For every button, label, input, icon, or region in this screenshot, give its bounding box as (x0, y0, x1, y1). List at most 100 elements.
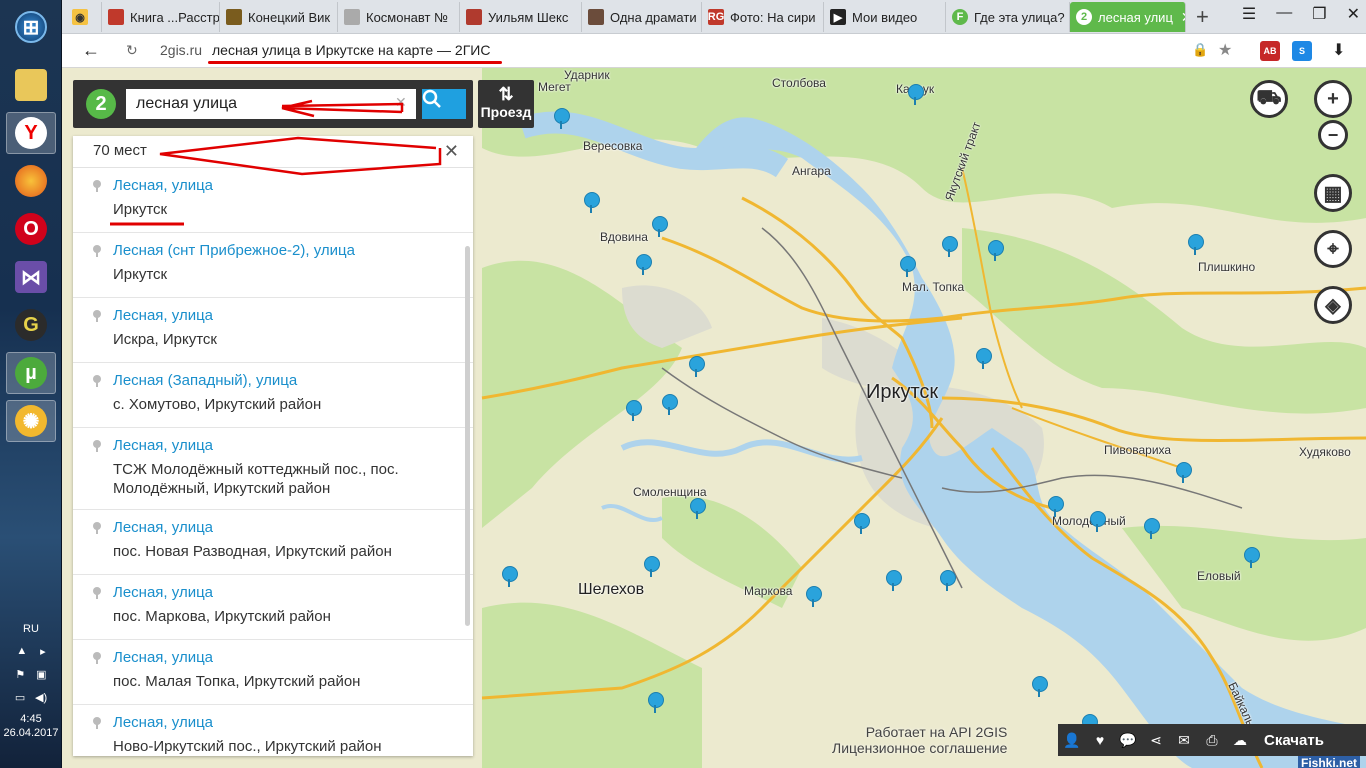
minimize-icon[interactable]: — (1276, 4, 1292, 24)
map-pin[interactable] (940, 570, 956, 591)
zoom-in-button[interactable]: + (1314, 80, 1352, 118)
taskbar-utorrent[interactable]: µ (6, 352, 56, 394)
download-icon[interactable]: ⬇ (1332, 40, 1345, 60)
api-credit[interactable]: Работает на API 2GIS (832, 724, 1008, 740)
map-pin[interactable] (1048, 496, 1064, 517)
taskbar-firefox[interactable] (6, 160, 56, 202)
map-pin[interactable] (636, 254, 652, 275)
result-name[interactable]: Лесная, улица (113, 436, 473, 456)
heart-icon[interactable]: ♥ (1086, 732, 1114, 748)
tab-4[interactable]: Уильям Шекс (460, 2, 582, 32)
power-icon[interactable]: ▣ (36, 668, 46, 681)
result-item[interactable]: Лесная, улица Ново-Иркутский пос., Иркутс… (73, 705, 473, 756)
close-tab-icon[interactable]: ✕ (1181, 9, 1185, 26)
map-pin[interactable] (1090, 511, 1106, 532)
tab-2[interactable]: Конецкий Вик (220, 2, 338, 32)
result-name[interactable]: Лесная, улица (113, 713, 473, 733)
taskbar-vs[interactable]: ⋈ (6, 256, 56, 298)
display-icon[interactable]: ▭ (15, 691, 25, 704)
result-name[interactable]: Лесная (снт Прибрежное-2), улица (113, 241, 473, 261)
url-domain[interactable]: 2gis.ru (160, 42, 202, 58)
map-pin[interactable] (626, 400, 642, 421)
ruler-button[interactable]: ▦ (1314, 174, 1352, 212)
map-pin[interactable] (854, 513, 870, 534)
result-name[interactable]: Лесная, улица (113, 648, 473, 668)
download-app-icon[interactable]: ☁ (1226, 732, 1254, 749)
tab-7[interactable]: ▶ Мои видео (824, 2, 946, 32)
taskbar-yandex[interactable]: Y (6, 112, 56, 154)
tab-1[interactable]: Книга ...Расстр (102, 2, 220, 32)
map-pin[interactable] (689, 356, 705, 377)
map-pin[interactable] (1032, 676, 1048, 697)
result-item[interactable]: Лесная, улица пос. Маркова, Иркутский рай… (73, 575, 473, 640)
zoom-out-button[interactable]: − (1318, 120, 1348, 150)
map-pin[interactable] (976, 348, 992, 369)
taskbar-app[interactable]: G (6, 304, 56, 346)
back-arrow-icon[interactable]: ← (82, 40, 100, 61)
adblock-icon[interactable]: AB (1260, 41, 1280, 61)
taskbar-explorer[interactable] (6, 64, 56, 106)
language-indicator[interactable]: RU (0, 623, 62, 635)
close-window-icon[interactable]: ✕ (1347, 4, 1360, 24)
bookmark-star-icon[interactable]: ★ (1218, 40, 1232, 60)
flag-icon[interactable]: ⚑ (15, 668, 25, 681)
traffic-button[interactable]: ⛟ (1250, 80, 1288, 118)
chat-icon[interactable]: 💬 (1114, 732, 1142, 749)
result-item[interactable]: Лесная (Западный), улица с. Хомутово, Ирк… (73, 363, 473, 428)
tab-yandex-menu[interactable]: ◉ (66, 2, 102, 32)
map-pin[interactable] (1144, 518, 1160, 539)
tab-6[interactable]: RG Фото: На сири (702, 2, 824, 32)
map-pin[interactable] (806, 586, 822, 607)
user-icon[interactable]: 👤 (1058, 732, 1086, 749)
map-pin[interactable] (1176, 462, 1192, 483)
result-name[interactable]: Лесная, улица (113, 518, 473, 538)
page-title[interactable]: лесная улица в Иркутске на карте — 2ГИС (212, 42, 490, 58)
map-pin[interactable] (662, 394, 678, 415)
map-pin[interactable] (1244, 547, 1260, 568)
download-button[interactable]: Скачать (1264, 732, 1324, 749)
map-pin[interactable] (644, 556, 660, 577)
locate-button[interactable]: ⌖ (1314, 230, 1352, 268)
result-name[interactable]: Лесная, улица (113, 306, 473, 326)
share-icon[interactable]: ⋖ (1142, 732, 1170, 749)
menu-icon[interactable]: ☰ (1242, 4, 1256, 24)
license-link[interactable]: Лицензионное соглашение (832, 740, 1007, 756)
map-pin[interactable] (502, 566, 518, 587)
map-pin[interactable] (900, 256, 916, 277)
map-pin[interactable] (690, 498, 706, 519)
map-pin[interactable] (1188, 234, 1204, 255)
map-canvas[interactable]: Ударник Мегет Столбова Карлук Вересовка … (62, 68, 1366, 768)
result-item[interactable]: Лесная, улица пос. Малая Топка, Иркутский… (73, 640, 473, 705)
start-button[interactable]: ⊞ (6, 6, 56, 48)
print-icon[interactable]: ⎙ (1198, 732, 1226, 749)
map-pin[interactable] (652, 216, 668, 237)
tab-3[interactable]: Космонавт № (338, 2, 460, 32)
map-pin[interactable] (988, 240, 1004, 261)
expand-tray-icon[interactable]: ▸ (40, 645, 46, 658)
restore-icon[interactable]: ❐ (1312, 4, 1326, 24)
tab-8[interactable]: F Где эта улица? (946, 2, 1070, 32)
result-item[interactable]: Лесная (снт Прибрежное-2), улица Иркутск (73, 233, 473, 298)
reload-icon[interactable]: ↻ (126, 42, 138, 59)
result-item[interactable]: Лесная, улица пос. Новая Разводная, Иркут… (73, 510, 473, 575)
map-pin[interactable] (584, 192, 600, 213)
result-item[interactable]: Лесная, улица ТСЖ Молодёжный коттеджный п… (73, 428, 473, 510)
tab-active[interactable]: 2 лесная улиц ✕ (1070, 2, 1186, 32)
map-pin[interactable] (648, 692, 664, 713)
clock[interactable]: 4:45 26.04.2017 (0, 712, 62, 740)
map-pin[interactable] (554, 108, 570, 129)
result-item[interactable]: Лесная, улица Искра, Иркутск (73, 298, 473, 363)
map-pin[interactable] (908, 84, 924, 105)
network-icon[interactable]: ▲ (16, 645, 27, 658)
map-pin[interactable] (886, 570, 902, 591)
result-name[interactable]: Лесная, улица (113, 583, 473, 603)
layers-button[interactable]: ◈ (1314, 286, 1352, 324)
lock-icon[interactable]: 🔒 (1192, 42, 1208, 58)
result-name[interactable]: Лесная (Западный), улица (113, 371, 473, 391)
extension-icon[interactable]: S (1292, 41, 1312, 61)
tab-5[interactable]: Одна драмати (582, 2, 702, 32)
taskbar-opera[interactable]: O (6, 208, 56, 250)
results-scrollbar[interactable] (465, 246, 470, 626)
taskbar-app2[interactable]: ✺ (6, 400, 56, 442)
new-tab-button[interactable]: + (1196, 4, 1209, 30)
